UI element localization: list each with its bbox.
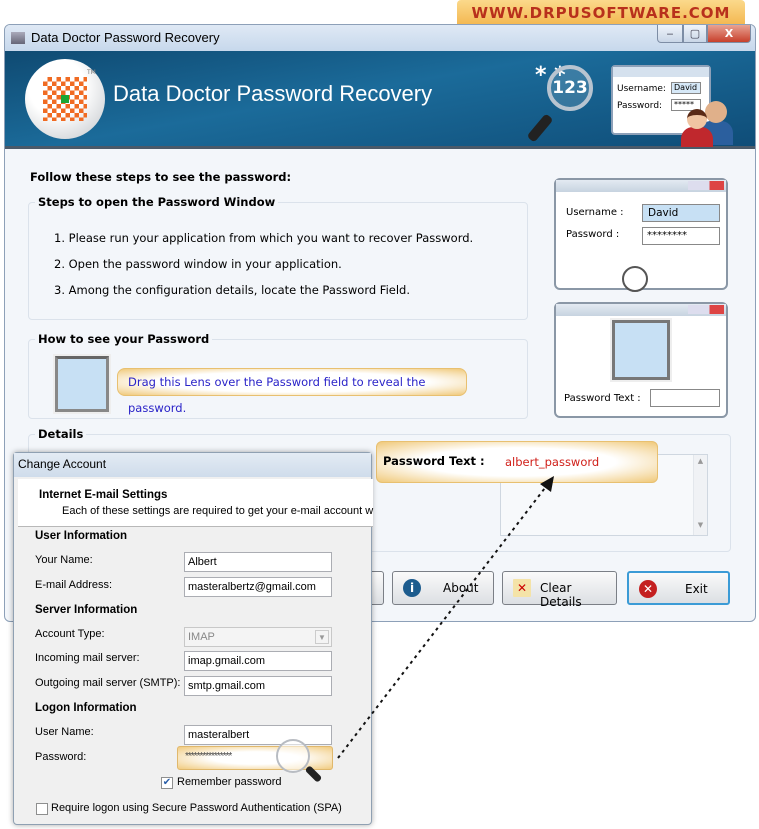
chevron-down-icon: ▼ bbox=[315, 630, 329, 644]
step-item: 3. Among the configuration details, loca… bbox=[54, 283, 411, 297]
password-text-value: albert_password bbox=[505, 455, 600, 469]
clear-icon: ✕ bbox=[513, 579, 531, 597]
account-type-select[interactable]: IMAP ▼ bbox=[184, 627, 332, 647]
email-input[interactable]: masteralbertz@gmail.com bbox=[184, 577, 332, 597]
title-bar: Data Doctor Password Recovery ‒ ▢ X bbox=[5, 25, 755, 51]
spa-checkbox[interactable] bbox=[36, 803, 48, 815]
login-window-illustration: Username : David Password : ******** bbox=[554, 178, 728, 292]
header-banner: TM Data Doctor Password Recovery * * 123… bbox=[5, 51, 755, 149]
maximize-button[interactable]: ▢ bbox=[683, 25, 707, 43]
banner-title: Data Doctor Password Recovery bbox=[113, 81, 433, 106]
magnifier-icon bbox=[622, 266, 648, 292]
dialog-title: Change Account bbox=[14, 453, 371, 477]
outgoing-server-input[interactable]: smtp.gmail.com bbox=[184, 676, 332, 696]
users-icon bbox=[681, 99, 745, 147]
window-title: Data Doctor Password Recovery bbox=[31, 30, 220, 45]
clear-details-button[interactable]: ✕ Clear Details bbox=[502, 571, 617, 609]
lens-drag-handle[interactable] bbox=[53, 354, 111, 414]
instructions-heading: Follow these steps to see the password: bbox=[30, 170, 292, 184]
exit-button[interactable]: ✕ Exit bbox=[627, 571, 730, 605]
details-legend: Details bbox=[35, 427, 87, 441]
magnifier-handle bbox=[526, 113, 554, 143]
app-icon bbox=[11, 32, 25, 44]
password-text-highlight: Password Text : albert_password bbox=[376, 441, 658, 483]
result-window-illustration: Password Text : bbox=[554, 302, 728, 418]
remember-password-checkbox[interactable]: ✔ bbox=[161, 777, 173, 789]
minimize-button[interactable]: ‒ bbox=[657, 25, 683, 43]
exit-icon: ✕ bbox=[639, 580, 657, 598]
about-button[interactable]: i About bbox=[392, 571, 494, 605]
username-input[interactable]: masteralbert bbox=[184, 725, 332, 745]
lens-tip: Drag this Lens over the Password field t… bbox=[117, 368, 467, 415]
website-banner: WWW.DRPUSOFTWARE.COM bbox=[457, 0, 745, 26]
dialog-header: Internet E-mail Settings Each of these s… bbox=[18, 479, 373, 527]
incoming-server-input[interactable]: imap.gmail.com bbox=[184, 651, 332, 671]
close-button[interactable]: X bbox=[707, 25, 751, 43]
info-icon: i bbox=[403, 579, 421, 597]
steps-group: Steps to open the Password Window 1. Ple… bbox=[28, 195, 528, 320]
howto-legend: How to see your Password bbox=[35, 332, 213, 346]
password-text-label: Password Text : bbox=[383, 454, 485, 468]
name-input[interactable]: Albert bbox=[184, 552, 332, 572]
step-item: 1. Please run your application from whic… bbox=[54, 231, 474, 245]
scrollbar[interactable]: ▲ ▼ bbox=[693, 455, 707, 535]
password-text-field bbox=[650, 389, 720, 407]
magnifier-icon: 123 bbox=[547, 65, 593, 111]
steps-legend: Steps to open the Password Window bbox=[35, 195, 279, 209]
change-account-dialog: Change Account Internet E-mail Settings … bbox=[13, 452, 373, 825]
magnifier-icon bbox=[276, 739, 310, 773]
howto-group: How to see your Password Drag this Lens … bbox=[28, 332, 528, 419]
step-item: 2. Open the password window in your appl… bbox=[54, 257, 342, 271]
logo: TM bbox=[25, 59, 105, 139]
